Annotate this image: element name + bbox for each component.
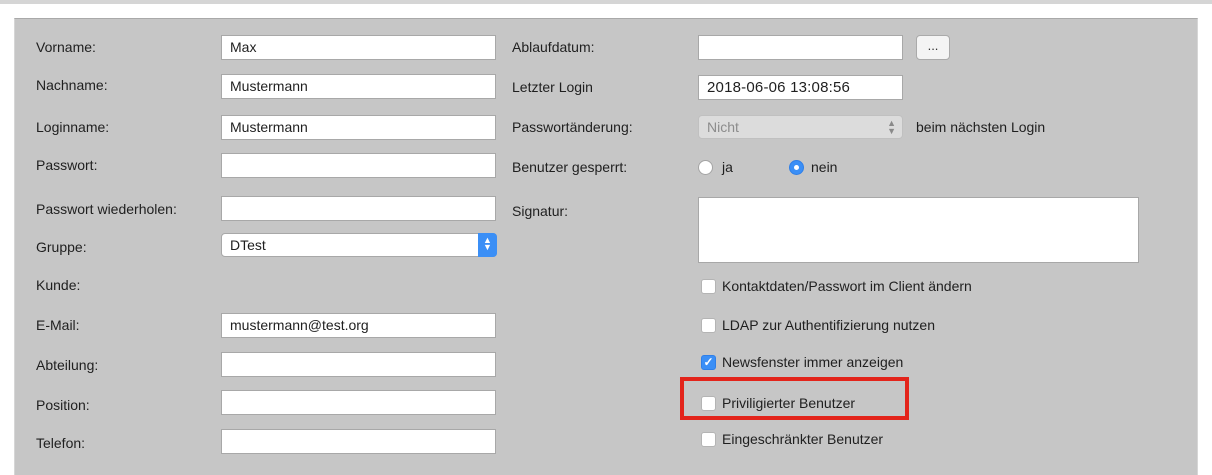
newsfenster-label: Newsfenster immer anzeigen: [722, 354, 904, 370]
stepper-arrows-icon: ▲ ▼: [887, 118, 896, 136]
signatur-textarea[interactable]: [698, 197, 1139, 263]
email-field[interactable]: mustermann@test.org: [221, 313, 496, 338]
loginname-field[interactable]: Mustermann: [221, 115, 496, 140]
stepper-arrows-icon: ▲ ▼: [478, 233, 497, 257]
top-strip: [0, 0, 1212, 4]
newsfenster-checkbox[interactable]: ✓: [701, 355, 716, 370]
gesperrt-nein-radio[interactable]: [789, 160, 804, 175]
passwortaenderung-label: Passwortänderung:: [512, 119, 633, 135]
passwortaenderung-select: Nicht ▲ ▼: [698, 115, 903, 139]
position-field[interactable]: [221, 390, 496, 415]
gruppe-label: Gruppe:: [36, 239, 87, 255]
highlight-box: [680, 377, 909, 420]
gesperrt-ja-radio[interactable]: [698, 160, 713, 175]
vorname-field[interactable]: Max: [221, 35, 496, 60]
passwort-wiederholen-label: Passwort wiederholen:: [36, 201, 177, 217]
abteilung-field[interactable]: [221, 352, 496, 377]
nachname-field[interactable]: Mustermann: [221, 74, 496, 99]
ldap-label: LDAP zur Authentifizierung nutzen: [722, 317, 935, 333]
nachname-label: Nachname:: [36, 77, 108, 93]
letzter-login-label: Letzter Login: [512, 79, 593, 95]
gesperrt-ja-label: ja: [722, 159, 733, 175]
letzter-login-field: 2018-06-06 13:08:56: [698, 75, 903, 100]
ablaufdatum-field[interactable]: [698, 35, 903, 60]
kunde-label: Kunde:: [36, 277, 81, 293]
eingeschraenkter-benutzer-checkbox[interactable]: [701, 432, 716, 447]
kontaktdaten-label: Kontaktdaten/Passwort im Client ändern: [722, 278, 972, 294]
telefon-field[interactable]: [221, 429, 496, 454]
passwortaenderung-value: Nicht: [707, 119, 739, 135]
vorname-label: Vorname:: [36, 39, 96, 55]
passwortaenderung-suffix: beim nächsten Login: [916, 119, 1046, 135]
ldap-checkbox[interactable]: [701, 318, 716, 333]
ablaufdatum-label: Ablaufdatum:: [512, 39, 595, 55]
signatur-label: Signatur:: [512, 203, 569, 219]
passwort-label: Passwort:: [36, 157, 98, 173]
abteilung-label: Abteilung:: [36, 357, 99, 373]
telefon-label: Telefon:: [36, 435, 86, 451]
eingeschraenkter-benutzer-label: Eingeschränkter Benutzer: [722, 431, 884, 447]
position-label: Position:: [36, 397, 90, 413]
checkmark-icon: ✓: [703, 355, 714, 369]
gruppe-value: DTest: [230, 237, 266, 253]
user-form-panel: Vorname: Max Nachname: Mustermann Loginn…: [14, 18, 1198, 475]
date-picker-button[interactable]: ...: [916, 35, 950, 60]
benutzer-gesperrt-label: Benutzer gesperrt:: [512, 159, 628, 175]
passwort-wiederholen-field[interactable]: [221, 196, 496, 221]
passwort-field[interactable]: [221, 153, 496, 178]
gesperrt-nein-label: nein: [811, 159, 838, 175]
loginname-label: Loginname:: [36, 119, 110, 135]
email-label: E-Mail:: [36, 317, 80, 333]
gruppe-select[interactable]: DTest ▲ ▼: [221, 233, 497, 257]
kontaktdaten-checkbox[interactable]: [701, 279, 716, 294]
